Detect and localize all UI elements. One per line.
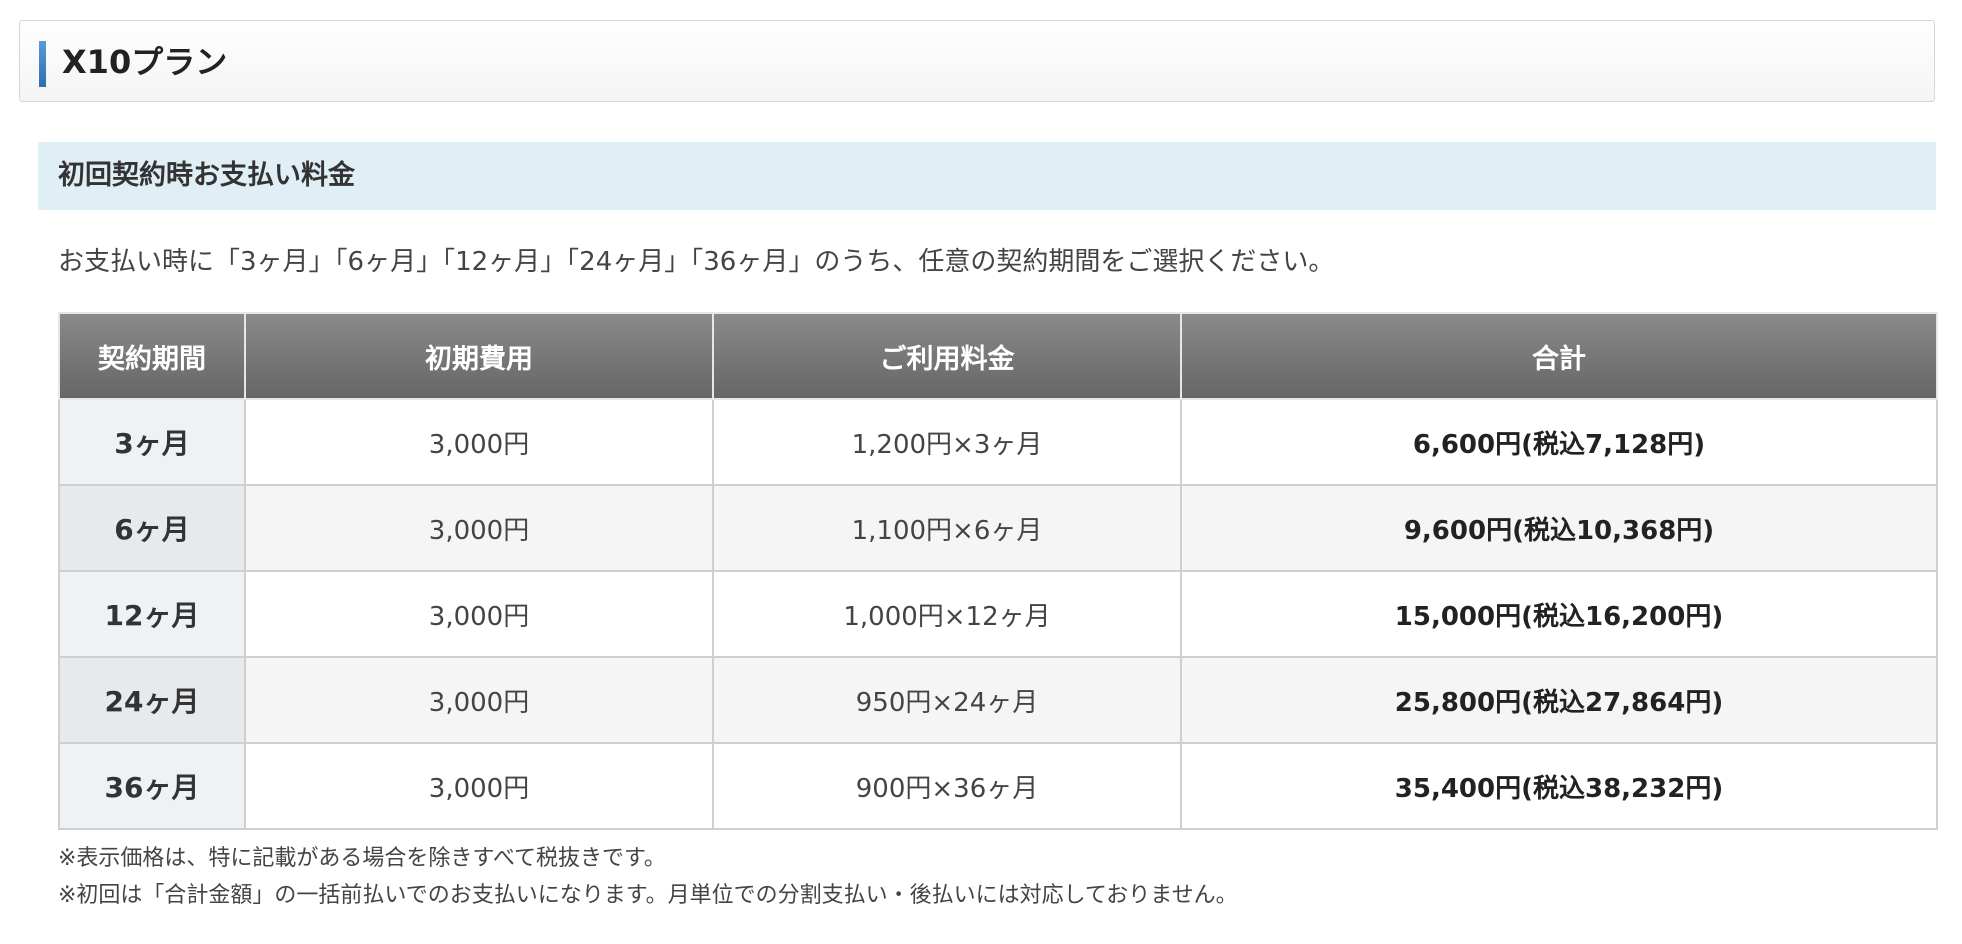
total-cell: 35,400円(税込38,232円) bbox=[1180, 742, 1938, 830]
notes: ※表示価格は、特に記載がある場合を除きすべて税抜きです。 ※初回は「合計金額」の… bbox=[58, 840, 1238, 914]
period-cell: 3ヶ月 bbox=[58, 398, 246, 486]
usage-fee-cell: 1,200円×3ヶ月 bbox=[712, 398, 1182, 486]
section-header: 初回契約時お支払い料金 bbox=[38, 142, 1936, 210]
table-row: 12ヶ月 3,000円 1,000円×12ヶ月 15,000円(税込16,200… bbox=[58, 570, 1938, 658]
period-cell: 36ヶ月 bbox=[58, 742, 246, 830]
plan-accent-bar bbox=[39, 41, 46, 87]
total-cell: 25,800円(税込27,864円) bbox=[1180, 656, 1938, 744]
usage-fee-cell: 950円×24ヶ月 bbox=[712, 656, 1182, 744]
total-cell: 9,600円(税込10,368円) bbox=[1180, 484, 1938, 572]
header-initial-fee: 初期費用 bbox=[244, 312, 714, 400]
plan-title: X10プラン bbox=[62, 43, 228, 81]
header-total: 合計 bbox=[1180, 312, 1938, 400]
intro-text: お支払い時に「3ヶ月」「6ヶ月」「12ヶ月」「24ヶ月」「36ヶ月」のうち、任意… bbox=[58, 247, 1335, 277]
total-cell: 6,600円(税込7,128円) bbox=[1180, 398, 1938, 486]
note-tax-exclusive: ※表示価格は、特に記載がある場合を除きすべて税抜きです。 bbox=[58, 846, 666, 871]
note-prepayment: ※初回は「合計金額」の一括前払いでのお支払いになります。月単位での分割支払い・後… bbox=[58, 883, 1238, 908]
initial-fee-cell: 3,000円 bbox=[244, 570, 714, 658]
table-header-row: 契約期間 初期費用 ご利用料金 合計 bbox=[58, 312, 1938, 400]
table-row: 6ヶ月 3,000円 1,100円×6ヶ月 9,600円(税込10,368円) bbox=[58, 484, 1938, 572]
initial-fee-cell: 3,000円 bbox=[244, 484, 714, 572]
plan-header: X10プラン bbox=[19, 20, 1935, 102]
section-title: 初回契約時お支払い料金 bbox=[58, 160, 355, 191]
initial-fee-cell: 3,000円 bbox=[244, 742, 714, 830]
usage-fee-cell: 1,000円×12ヶ月 bbox=[712, 570, 1182, 658]
usage-fee-cell: 900円×36ヶ月 bbox=[712, 742, 1182, 830]
table-row: 36ヶ月 3,000円 900円×36ヶ月 35,400円(税込38,232円) bbox=[58, 742, 1938, 830]
header-usage-fee: ご利用料金 bbox=[712, 312, 1182, 400]
usage-fee-cell: 1,100円×6ヶ月 bbox=[712, 484, 1182, 572]
table-row: 3ヶ月 3,000円 1,200円×3ヶ月 6,600円(税込7,128円) bbox=[58, 398, 1938, 486]
total-cell: 15,000円(税込16,200円) bbox=[1180, 570, 1938, 658]
period-cell: 6ヶ月 bbox=[58, 484, 246, 572]
initial-fee-cell: 3,000円 bbox=[244, 398, 714, 486]
pricing-table: 契約期間 初期費用 ご利用料金 合計 3ヶ月 3,000円 1,200円×3ヶ月… bbox=[58, 312, 1938, 830]
period-cell: 12ヶ月 bbox=[58, 570, 246, 658]
period-cell: 24ヶ月 bbox=[58, 656, 246, 744]
header-period: 契約期間 bbox=[58, 312, 246, 400]
initial-fee-cell: 3,000円 bbox=[244, 656, 714, 744]
table-row: 24ヶ月 3,000円 950円×24ヶ月 25,800円(税込27,864円) bbox=[58, 656, 1938, 744]
